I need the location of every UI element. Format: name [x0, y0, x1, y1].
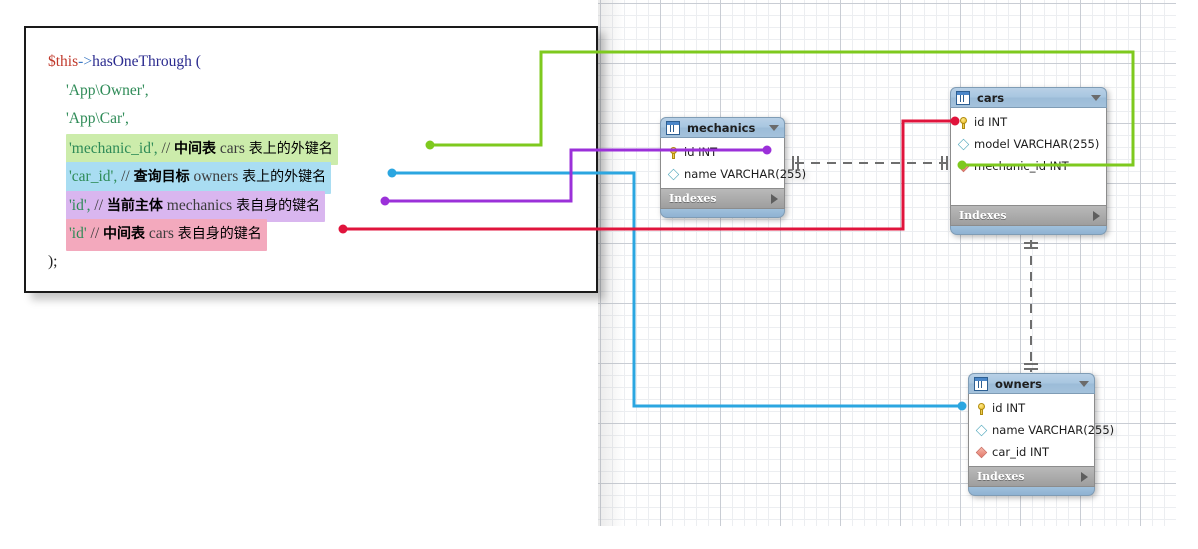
- table-row[interactable]: mechanic_id INT: [951, 155, 1106, 177]
- line-2: 'App\Owner',: [48, 77, 596, 106]
- indexes-label: Indexes: [669, 192, 717, 205]
- table-footer: [968, 487, 1095, 496]
- table-icon: [974, 376, 988, 391]
- table-columns-owners: id INT name VARCHAR(255) car_id INT: [968, 394, 1114, 467]
- table-name-label: cars: [977, 90, 1005, 105]
- table-columns-cars: id INT model VARCHAR(255) mechanic_id IN…: [950, 108, 1107, 206]
- code-token: );: [48, 252, 58, 270]
- code-token: 当前主体: [106, 197, 163, 214]
- table-indexes-mechanics[interactable]: Indexes: [660, 189, 785, 209]
- er-table-mechanics[interactable]: mechanics id INT name VARCHAR(255) Index…: [660, 117, 806, 218]
- primary-key-icon: [957, 116, 970, 129]
- table-icon: [666, 120, 680, 135]
- code-highlight-blue: 'car_id', // 查询目标 owners 表上的外键名: [66, 162, 332, 194]
- table-indexes-cars[interactable]: Indexes: [950, 206, 1107, 226]
- code-token: 'App\Owner',: [66, 81, 149, 99]
- code-highlight-green: 'mechanic_id', // 中间表 cars 表上的外键名: [66, 133, 338, 165]
- line-3: 'App\Car',: [48, 105, 596, 134]
- line-1: $this->hasOneThrough (: [48, 48, 596, 77]
- code-token: //: [157, 139, 175, 157]
- foreign-key-icon: [957, 160, 970, 172]
- column-label: id INT: [684, 145, 718, 159]
- chevron-down-icon[interactable]: [1079, 380, 1089, 387]
- code-token: 'car_id',: [69, 168, 118, 185]
- table-row[interactable]: car_id INT: [969, 441, 1094, 463]
- line-8: );: [48, 248, 596, 277]
- code-token: cars: [216, 139, 249, 157]
- column-label: mechanic_id INT: [974, 159, 1069, 173]
- code-panel: $this->hasOneThrough ( 'App\Owner', 'App\C…: [24, 26, 598, 293]
- code-token: 'App\Car',: [66, 110, 129, 127]
- code-token: 'id',: [69, 196, 91, 214]
- code-token: 表自身的键名: [177, 226, 262, 242]
- column-label: model VARCHAR(255): [974, 137, 1100, 151]
- code-highlight-pink: 'id' // 中间表 cars 表自身的键名: [66, 219, 267, 251]
- code-token: 表上的外键名: [248, 140, 333, 157]
- table-row[interactable]: name VARCHAR(255): [661, 163, 806, 185]
- er-table-owners[interactable]: owners id INT name VARCHAR(255) car_id I…: [968, 373, 1114, 496]
- table-row[interactable]: id INT: [661, 141, 784, 163]
- code-token: //: [117, 168, 134, 185]
- code-token: 中间表: [174, 140, 217, 157]
- table-header-mechanics[interactable]: mechanics: [660, 117, 785, 138]
- code-token: mechanics: [162, 196, 237, 214]
- table-row[interactable]: name VARCHAR(255): [969, 419, 1114, 441]
- line-4: 'mechanic_id', // 中间表 cars 表上的外键名: [48, 133, 596, 165]
- chevron-right-icon[interactable]: [771, 193, 778, 204]
- indexes-label: Indexes: [977, 470, 1025, 483]
- code-token: hasOneThrough (: [92, 53, 201, 70]
- er-table-cars[interactable]: cars id INT model VARCHAR(255) mechanic_…: [950, 87, 1107, 235]
- table-icon: [956, 90, 970, 105]
- line-7: 'id' // 中间表 cars 表自身的键名: [48, 219, 596, 251]
- chevron-down-icon[interactable]: [1091, 94, 1101, 101]
- table-header-cars[interactable]: cars: [950, 87, 1107, 108]
- line-6: 'id', // 当前主体 mechanics 表自身的键名: [48, 190, 596, 222]
- primary-key-icon: [975, 402, 988, 415]
- column-label: car_id INT: [992, 445, 1050, 459]
- code-block: $this->hasOneThrough ( 'App\Owner', 'App\C…: [48, 48, 596, 276]
- code-highlight-purple: 'id', // 当前主体 mechanics 表自身的键名: [66, 190, 326, 222]
- column-icon: [957, 138, 970, 150]
- table-columns-mechanics: id INT name VARCHAR(255): [660, 138, 806, 189]
- code-token: cars: [145, 225, 178, 242]
- code-token: 'mechanic_id',: [69, 139, 158, 157]
- table-row[interactable]: model VARCHAR(255): [951, 133, 1106, 155]
- table-indexes-owners[interactable]: Indexes: [968, 467, 1095, 487]
- chevron-down-icon[interactable]: [769, 124, 779, 131]
- code-token: 'id': [69, 225, 87, 242]
- code-token: 查询目标: [133, 169, 190, 185]
- column-label: id INT: [974, 115, 1008, 129]
- column-icon: [975, 424, 988, 436]
- table-footer: [950, 226, 1107, 235]
- table-footer: [660, 209, 785, 218]
- table-name-label: owners: [995, 376, 1043, 391]
- code-token: 中间表: [103, 226, 146, 242]
- column-label: name VARCHAR(255): [992, 423, 1115, 437]
- line-5: 'car_id', // 查询目标 owners 表上的外键名: [48, 162, 596, 194]
- column-label: id INT: [992, 401, 1026, 415]
- foreign-key-icon: [975, 446, 988, 458]
- table-header-owners[interactable]: owners: [968, 373, 1095, 394]
- code-token: //: [86, 225, 104, 242]
- primary-key-icon: [667, 146, 680, 159]
- table-name-label: mechanics: [687, 120, 756, 135]
- chevron-right-icon[interactable]: [1093, 210, 1100, 221]
- code-token: 表自身的键名: [236, 197, 321, 214]
- chevron-right-icon[interactable]: [1081, 471, 1088, 482]
- code-token: 表上的外键名: [242, 169, 327, 185]
- code-token: $this: [48, 53, 79, 70]
- code-token: ->: [78, 53, 93, 70]
- code-token: owners: [189, 168, 243, 185]
- column-label: name VARCHAR(255): [684, 167, 807, 181]
- column-icon: [667, 168, 680, 180]
- code-token: //: [90, 196, 107, 214]
- table-row[interactable]: id INT: [969, 397, 1094, 419]
- indexes-label: Indexes: [959, 209, 1007, 222]
- table-row[interactable]: id INT: [951, 111, 1106, 133]
